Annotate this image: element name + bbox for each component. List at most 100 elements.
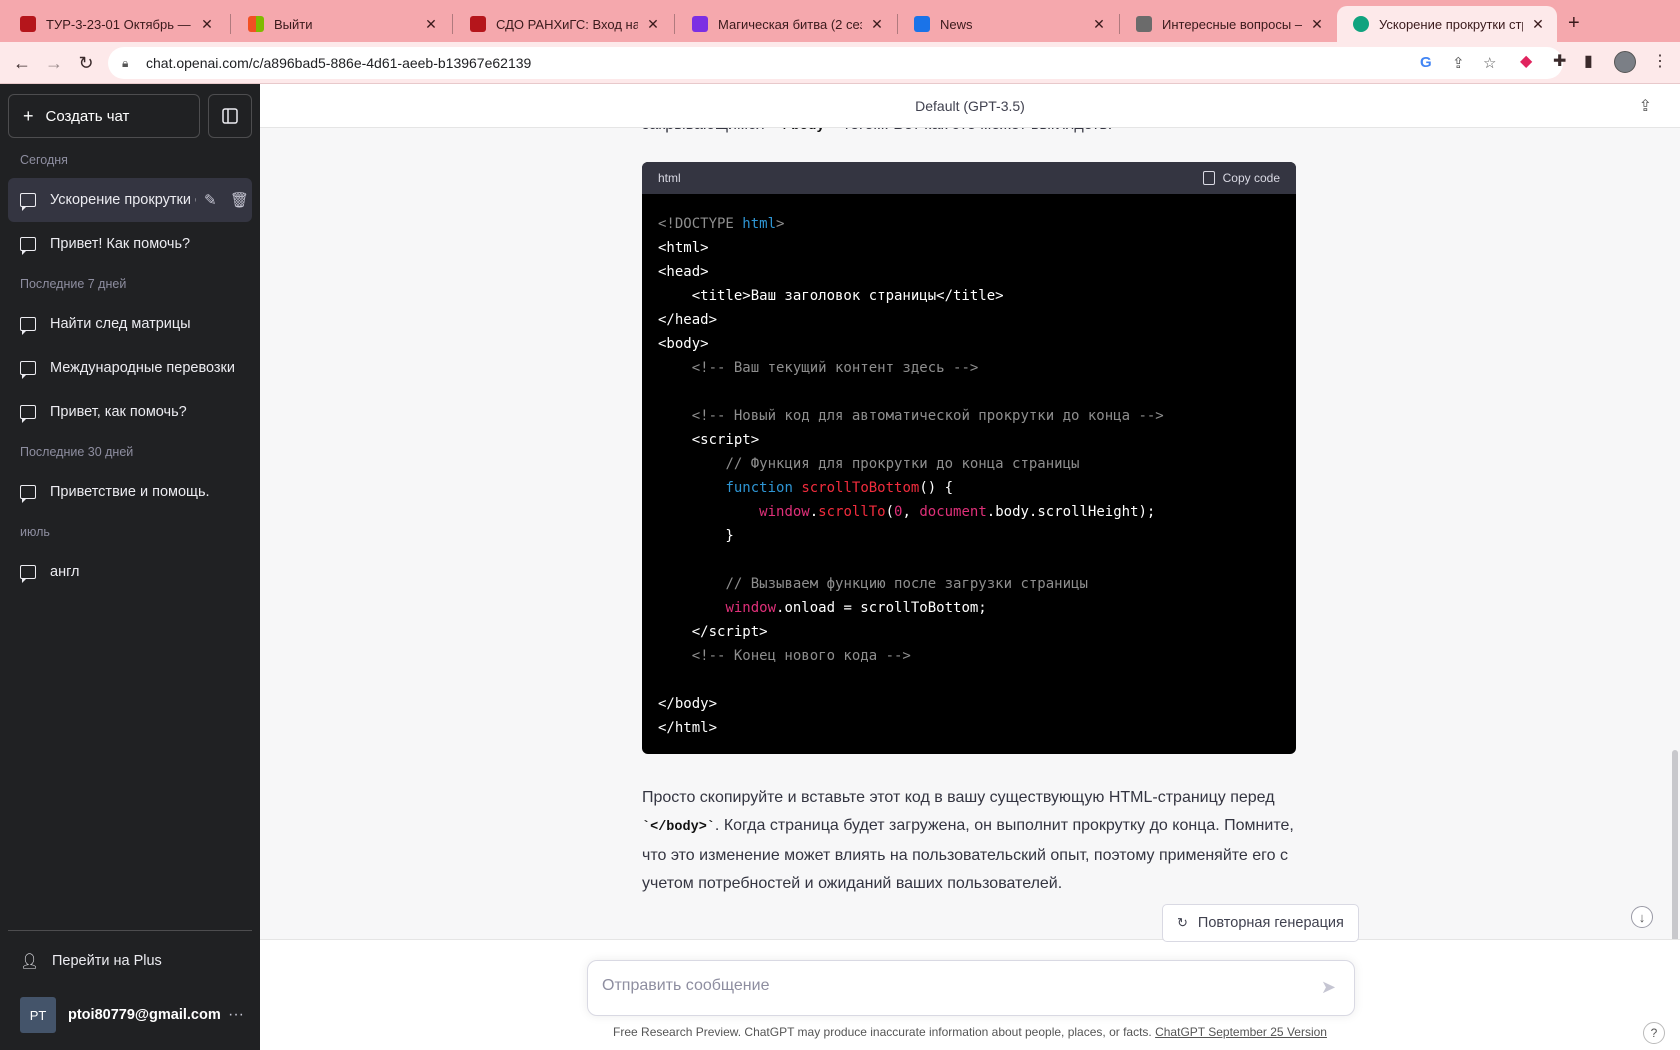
sidebar-footer: 👤︎ Перейти на Plus PT ptoi80779@gmail.co… (8, 930, 252, 1050)
refresh-icon: ↻ (1177, 915, 1188, 930)
browser-tab-active[interactable]: Ускорение прокрутки стр ✕ (1337, 6, 1557, 42)
browser-tab[interactable]: СДО РАНХиГС: Вход на са ✕ (454, 6, 672, 42)
browser-toolbar: ← → ↻ 🔒︎ chat.openai.com/c/a896bad5-886e… (0, 42, 1680, 84)
browser-tab-bar: ТУР-3-23-01 Октябрь — С ✕ Выйти ✕ СДО РА… (0, 0, 1680, 42)
help-button[interactable]: ? (1643, 1022, 1665, 1044)
extension-icon[interactable]: ◆ (1520, 51, 1532, 71)
tab-favicon-icon (1136, 16, 1152, 32)
sidebar-chat-item[interactable]: Привет, как помочь? (8, 390, 252, 434)
trash-icon[interactable]: 🗑︎ (230, 191, 249, 209)
new-chat-button[interactable]: + Создать чат (8, 94, 200, 138)
chat-bubble-icon (20, 361, 36, 379)
browser-menu-icon[interactable]: ⋮ (1652, 51, 1668, 71)
browser-tab[interactable]: Магическая битва (2 сезо ✕ (676, 6, 896, 42)
chat-bubble-icon (20, 405, 36, 423)
toggle-sidebar-button[interactable] (208, 94, 252, 138)
chat-item-label: Привет, как помочь? (50, 404, 187, 420)
new-chat-label: Создать чат (45, 107, 130, 125)
group-label-july: июль (20, 525, 50, 539)
sidebar-chat-item[interactable]: Приветствие и помощь. (8, 470, 252, 514)
upgrade-label: Перейти на Plus (52, 953, 162, 969)
regenerate-label: Повторная генерация (1197, 915, 1344, 931)
edit-pencil-icon[interactable]: ✎ (204, 191, 217, 209)
upgrade-plus-button[interactable]: 👤︎ Перейти на Plus (12, 941, 162, 981)
tab-label: Интересные вопросы — Х (1162, 16, 1302, 32)
conversation: Default (GPT-3.5) ⇪ закрывающимся `</bod… (260, 84, 1680, 939)
user-icon: 👤︎ (20, 953, 40, 970)
tab-label: News (940, 16, 973, 32)
google-icon[interactable]: G (1420, 54, 1432, 71)
share-chat-icon[interactable]: ⇪ (1639, 96, 1652, 116)
scroll-down-button[interactable]: ↓ (1631, 906, 1653, 928)
close-tab-icon[interactable]: ✕ (1090, 16, 1108, 33)
tab-favicon-icon (20, 16, 36, 32)
chat-bubble-icon (20, 193, 36, 211)
user-email: ptoi80779@gmail.com (68, 1007, 221, 1023)
chat-item-label: Найти след матрицы (50, 316, 191, 332)
disclaimer: Free Research Preview. ChatGPT may produ… (613, 1025, 1327, 1039)
tab-favicon-icon (914, 16, 930, 32)
lock-icon[interactable]: 🔒︎ (122, 56, 136, 71)
chat-item-label: англ (50, 564, 80, 580)
close-tab-icon[interactable]: ✕ (868, 16, 886, 33)
bookmark-star-icon[interactable]: ☆ (1483, 54, 1496, 72)
sidebar: + Создать чат Сегодня Ускорение прокрутк… (0, 84, 260, 1050)
chat-item-label: Международные перевозки (50, 360, 235, 376)
group-label-today: Сегодня (20, 153, 68, 167)
new-tab-icon[interactable]: + (1568, 12, 1580, 35)
model-name: Default (GPT-3.5) (915, 97, 1025, 114)
send-icon[interactable]: ➤ (1321, 977, 1336, 998)
back-icon[interactable]: ← (8, 50, 36, 76)
scrollbar[interactable] (1672, 750, 1678, 939)
chat-item-label: Приветствие и помощь. (50, 484, 210, 500)
copy-code-button[interactable]: Copy code (1202, 171, 1280, 185)
tab-label: Выйти (274, 16, 313, 32)
url-text[interactable]: chat.openai.com/c/a896bad5-886e-4d61-aee… (146, 55, 531, 71)
tab-label: Магическая битва (2 сезо (718, 16, 862, 32)
reload-icon[interactable]: ↻ (72, 50, 100, 76)
close-tab-icon[interactable]: ✕ (422, 16, 440, 33)
profile-avatar[interactable] (1614, 51, 1636, 73)
tab-favicon-icon (248, 16, 264, 32)
close-tab-icon[interactable]: ✕ (644, 16, 662, 33)
share-page-icon[interactable]: ⇪ (1452, 54, 1465, 72)
close-tab-icon[interactable]: ✕ (198, 16, 216, 33)
side-panel-icon[interactable]: ▮ (1584, 51, 1593, 71)
browser-tab[interactable]: ТУР-3-23-01 Октябрь — С ✕ (4, 6, 226, 42)
version-link[interactable]: ChatGPT September 25 Version (1155, 1025, 1327, 1039)
more-options-icon[interactable]: ··· (228, 1006, 244, 1024)
chat-item-label: Ускорение прокрутки страницы (50, 192, 196, 208)
copy-code-label: Copy code (1222, 171, 1280, 185)
tab-favicon-icon (1353, 16, 1369, 32)
chat-bubble-icon (20, 485, 36, 503)
sidebar-panel-icon (222, 108, 238, 124)
browser-tab[interactable]: Выйти ✕ (232, 6, 450, 42)
input-area: ➤ Free Research Preview. ChatGPT may pro… (260, 939, 1680, 1050)
message-input[interactable] (602, 977, 1282, 995)
close-tab-icon[interactable]: ✕ (1308, 16, 1326, 33)
forward-icon[interactable]: → (40, 50, 68, 76)
sidebar-chat-item[interactable]: Найти след матрицы (8, 302, 252, 346)
sidebar-chat-item[interactable]: англ (8, 550, 252, 594)
sidebar-chat-item[interactable]: Международные перевозки (8, 346, 252, 390)
regenerate-button[interactable]: ↻ Повторная генерация (1162, 904, 1359, 942)
sidebar-chat-item-active[interactable]: Ускорение прокрутки страницы ✎ 🗑︎ (8, 178, 252, 222)
chat-bubble-icon (20, 237, 36, 255)
chat-item-label: Привет! Как помочь? (50, 236, 191, 252)
user-menu-button[interactable]: PT ptoi80779@gmail.com ··· (12, 991, 252, 1039)
browser-tab[interactable]: Интересные вопросы — Х ✕ (1120, 6, 1336, 42)
tab-label: ТУР-3-23-01 Октябрь — С (46, 16, 192, 32)
composer: ➤ (587, 960, 1355, 1016)
tab-label: СДО РАНХиГС: Вход на са (496, 16, 638, 32)
extensions-puzzle-icon[interactable]: ✚ (1553, 51, 1566, 71)
close-tab-icon[interactable]: ✕ (1529, 16, 1547, 33)
tab-label: Ускорение прокрутки стр (1379, 16, 1523, 32)
sidebar-chat-item[interactable]: Привет! Как помочь? (8, 222, 252, 266)
plus-icon: + (23, 105, 34, 126)
browser-tab[interactable]: News ✕ (898, 6, 1118, 42)
address-bar[interactable]: 🔒︎ chat.openai.com/c/a896bad5-886e-4d61-… (108, 47, 1563, 79)
chat-bubble-icon (20, 565, 36, 583)
chat-bubble-icon (20, 317, 36, 335)
clipboard-icon (1202, 171, 1215, 185)
avatar: PT (20, 997, 56, 1033)
